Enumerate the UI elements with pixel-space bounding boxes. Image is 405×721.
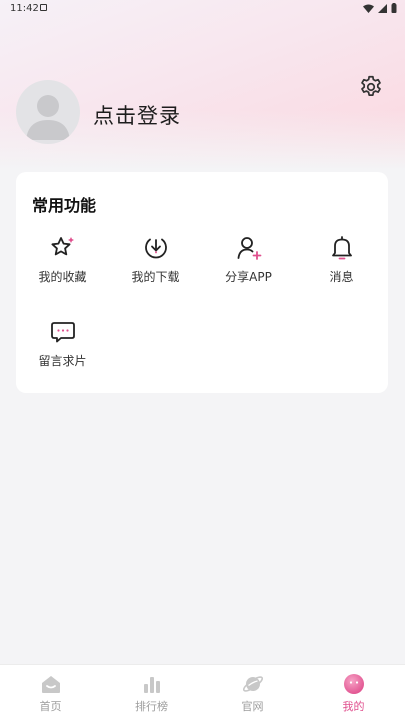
feature-favorites[interactable]: 我的收藏	[16, 234, 109, 294]
settings-button[interactable]	[356, 72, 386, 102]
notification-icon	[40, 4, 47, 11]
bottom-tab-bar: 首页 排行榜 官网 我的	[0, 664, 405, 721]
profile-face-icon	[343, 674, 364, 694]
tab-label: 首页	[39, 700, 62, 713]
tab-label: 排行榜	[135, 700, 168, 713]
status-bar: 11:42	[0, 0, 405, 18]
feature-label: 消息	[329, 270, 354, 284]
status-time: 11:42	[10, 3, 39, 14]
tab-official-site[interactable]: 官网	[202, 665, 303, 721]
add-user-icon	[237, 237, 261, 260]
chat-icon	[50, 322, 75, 343]
feature-label: 我的下载	[131, 270, 180, 284]
star-icon	[51, 237, 74, 256]
tab-mine[interactable]: 我的	[303, 665, 404, 721]
tab-ranking[interactable]: 排行榜	[101, 665, 202, 721]
status-icons	[363, 3, 397, 13]
home-icon	[41, 676, 60, 693]
common-features-card: 常用功能 我的收藏 我的下载 分享APP 消息 留言求片	[16, 172, 388, 393]
login-link[interactable]: 点击登录	[93, 100, 181, 130]
feature-messages[interactable]: 消息	[295, 234, 388, 294]
download-icon	[144, 238, 167, 259]
tab-label: 我的	[342, 700, 365, 713]
bar-chart-icon	[143, 677, 160, 693]
bell-icon	[331, 236, 352, 260]
feature-label: 留言求片	[38, 354, 87, 368]
feature-request-movie[interactable]: 留言求片	[16, 318, 109, 378]
planet-icon	[242, 676, 263, 692]
gear-icon	[361, 75, 381, 96]
tab-label: 官网	[241, 700, 264, 713]
default-avatar-icon	[26, 95, 70, 140]
feature-label: 分享APP	[225, 270, 272, 284]
feature-share-app[interactable]: 分享APP	[202, 234, 295, 294]
tab-home[interactable]: 首页	[0, 665, 101, 721]
card-title: 常用功能	[32, 196, 97, 215]
wifi-icon	[363, 4, 374, 13]
battery-icon	[391, 3, 397, 13]
feature-downloads[interactable]: 我的下载	[109, 234, 202, 294]
signal-icon	[378, 3, 387, 13]
avatar[interactable]	[16, 80, 80, 144]
feature-label: 我的收藏	[38, 270, 87, 284]
